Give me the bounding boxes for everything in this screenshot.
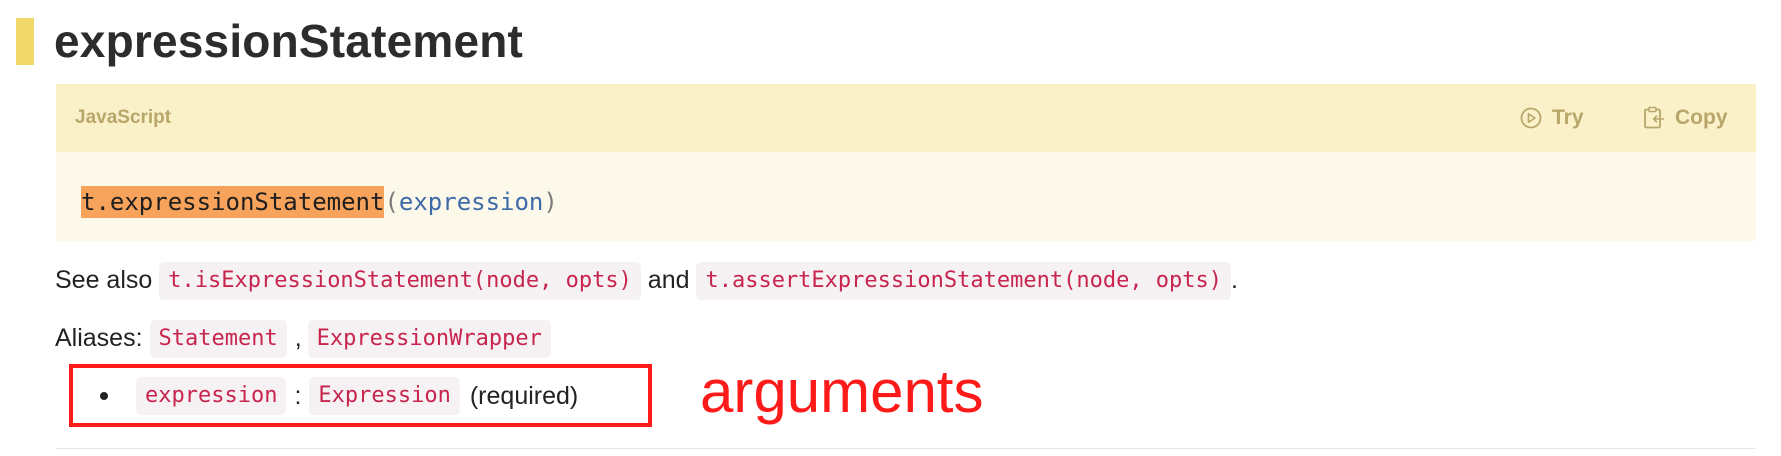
try-button[interactable]: Try [1520,84,1584,152]
code-close-paren: ) [543,188,558,216]
assert-function-link[interactable]: t.assertExpressionStatement(node, opts) [696,262,1232,301]
copy-button-label: Copy [1675,106,1728,129]
code-signature: t.expressionStatement(expression) [81,182,558,222]
code-block: JavaScript Try Copy t.expressionStatemen… [56,84,1756,241]
code-open-paren: ( [384,188,399,216]
aliases-line: Aliases: Statement, ExpressionWrapper [55,316,551,360]
section-divider [56,448,1756,449]
bullet-point [100,392,108,400]
argument-name: expression [136,377,287,415]
argument-required-note: (required) [469,382,579,410]
copy-button[interactable]: Copy [1643,84,1728,152]
code-function-name: t.expressionStatement [81,186,385,218]
argument-separator: : [294,382,302,410]
page-title: expressionStatement [54,15,524,67]
argument-list-item: expression : Expression (required) [100,374,578,418]
see-also-prefix: See also [55,266,153,294]
annotation-arguments-label: arguments [700,358,984,425]
see-also-conjunction: and [647,266,690,294]
alias-expression-wrapper[interactable]: ExpressionWrapper [307,320,551,359]
code-language-label: JavaScript [75,107,172,128]
see-also-line: See also t.isExpressionStatement(node, o… [55,258,1238,302]
is-function-link[interactable]: t.isExpressionStatement(node, opts) [159,262,641,301]
argument-type[interactable]: Expression [309,377,460,415]
clipboard-icon [1643,106,1665,130]
heading-accent-bar [16,18,34,65]
see-also-suffix: . [1231,266,1238,294]
code-block-header: JavaScript Try Copy [56,84,1756,152]
code-parameter: expression [398,188,544,216]
alias-statement[interactable]: Statement [149,320,287,359]
aliases-label: Aliases: [55,324,143,352]
try-button-label: Try [1552,106,1584,129]
alias-separator: , [294,324,302,352]
play-circle-icon [1520,107,1542,129]
